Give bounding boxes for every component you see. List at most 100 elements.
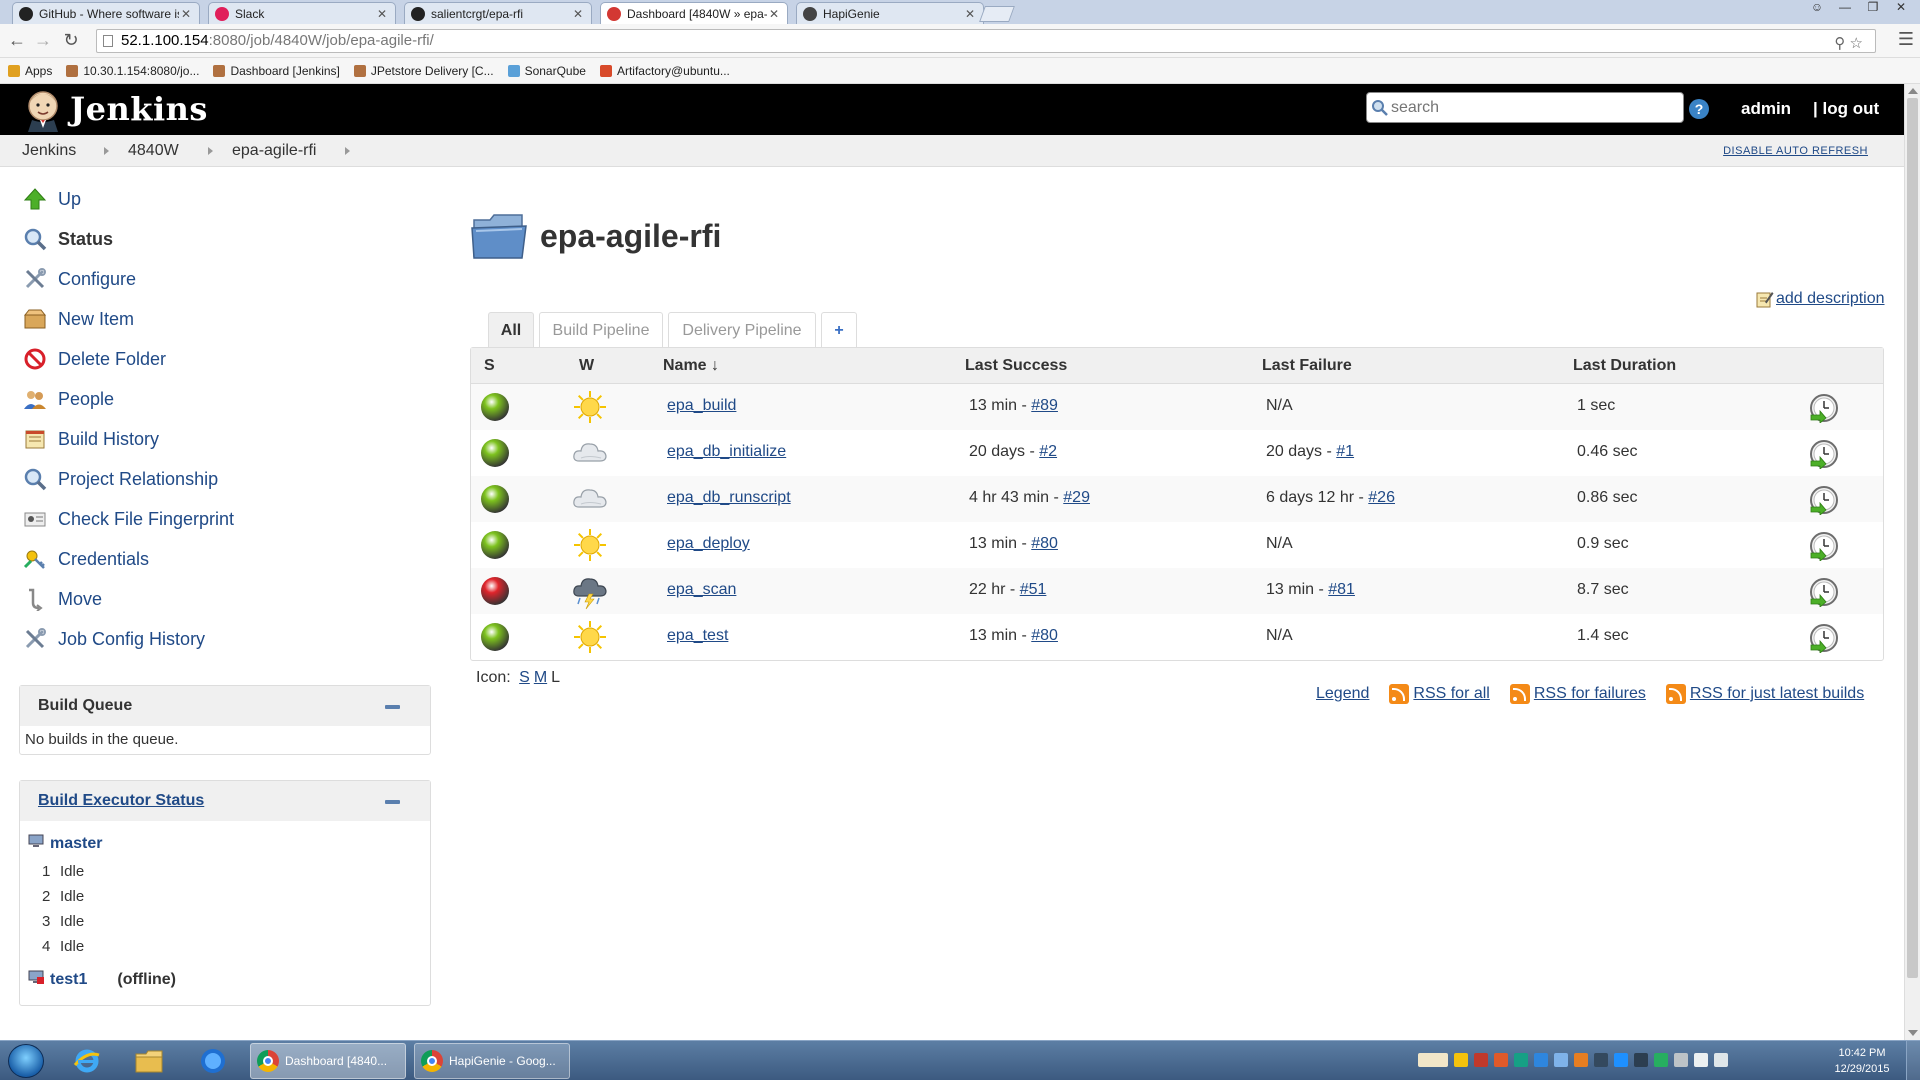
reload-button[interactable]: ↻: [60, 30, 82, 51]
network-icon[interactable]: [1674, 1053, 1688, 1067]
close-tab-icon[interactable]: ✕: [179, 7, 193, 21]
tray-app-icon[interactable]: [1634, 1053, 1648, 1067]
browser-tab[interactable]: Dashboard [4840W » epa- ✕: [600, 2, 788, 25]
scrollbar-thumb[interactable]: [1907, 98, 1918, 978]
column-last-success[interactable]: Last Success: [965, 357, 1067, 375]
task-up[interactable]: Up: [22, 184, 81, 214]
last-success-build-link[interactable]: #51: [1020, 581, 1047, 598]
search-input[interactable]: [1391, 97, 1677, 119]
rss-failures-link[interactable]: RSS for failures: [1534, 685, 1646, 703]
scroll-up-arrow-icon[interactable]: [1908, 88, 1918, 94]
last-success-build-link[interactable]: #80: [1031, 535, 1058, 552]
breadcrumb-arrow-icon[interactable]: [345, 147, 350, 155]
tray-app-icon[interactable]: [1654, 1053, 1668, 1067]
task-configure[interactable]: Configure: [22, 264, 136, 294]
schedule-build-icon[interactable]: [1809, 393, 1839, 424]
collapse-icon[interactable]: [385, 705, 400, 709]
schedule-build-icon[interactable]: [1809, 485, 1839, 516]
search-box[interactable]: [1366, 92, 1684, 123]
last-success-build-link[interactable]: #29: [1063, 489, 1090, 506]
sunny-weather-icon[interactable]: [571, 618, 609, 656]
flag-icon[interactable]: [1694, 1053, 1708, 1067]
bookmark-item[interactable]: JPetstore Delivery [C...: [353, 64, 494, 78]
success-status-ball-icon[interactable]: [480, 484, 510, 514]
task-delete-folder[interactable]: Delete Folder: [22, 344, 166, 374]
back-button[interactable]: ←: [6, 30, 28, 51]
internet-explorer-icon[interactable]: [70, 1045, 104, 1077]
close-tab-icon[interactable]: ✕: [571, 7, 585, 21]
column-last-failure[interactable]: Last Failure: [1262, 357, 1352, 375]
close-tab-icon[interactable]: ✕: [767, 7, 781, 21]
add-description-link[interactable]: add description: [1756, 290, 1885, 308]
breadcrumb-epa-agile-rfi[interactable]: epa-agile-rfi: [232, 142, 316, 160]
icon-size-medium[interactable]: M: [534, 669, 547, 686]
chrome-menu-icon[interactable]: ☰: [1898, 29, 1914, 50]
task-status[interactable]: Status: [22, 224, 113, 254]
bookmark-item[interactable]: Artifactory@ubuntu...: [599, 64, 730, 78]
column-weather[interactable]: W: [579, 357, 594, 375]
vertical-scrollbar[interactable]: [1904, 84, 1920, 1040]
last-failure-build-link[interactable]: #26: [1368, 489, 1395, 506]
executor-node-name[interactable]: test1: [50, 971, 87, 989]
success-status-ball-icon[interactable]: [480, 438, 510, 468]
bluetooth-icon[interactable]: [1614, 1053, 1628, 1067]
task-people[interactable]: People: [22, 384, 114, 414]
failed-status-ball-icon[interactable]: [480, 576, 510, 606]
action-center-icon[interactable]: [1418, 1053, 1448, 1067]
tray-app-icon[interactable]: [1534, 1053, 1548, 1067]
new-tab-button[interactable]: [979, 6, 1015, 22]
last-failure-build-link[interactable]: #81: [1328, 581, 1355, 598]
last-success-build-link[interactable]: #2: [1039, 443, 1057, 460]
executor-node-name[interactable]: master: [50, 835, 102, 853]
breadcrumb-4840w[interactable]: 4840W: [128, 142, 179, 160]
browser-tab[interactable]: salientcrgt/epa-rfi ✕: [404, 2, 592, 24]
schedule-build-icon[interactable]: [1809, 623, 1839, 654]
close-tab-icon[interactable]: ✕: [375, 7, 389, 21]
job-link[interactable]: epa_test: [667, 627, 728, 644]
last-success-build-link[interactable]: #89: [1031, 397, 1058, 414]
task-move[interactable]: Move: [22, 584, 102, 614]
taskbar-task[interactable]: HapiGenie - Goog...: [414, 1043, 570, 1079]
bookmark-item[interactable]: Dashboard [Jenkins]: [213, 64, 340, 78]
taskbar-task[interactable]: Dashboard [4840...: [250, 1043, 406, 1079]
tab-all[interactable]: All: [488, 312, 534, 348]
task-check-file-fingerprint[interactable]: Check File Fingerprint: [22, 504, 234, 534]
success-status-ball-icon[interactable]: [480, 622, 510, 652]
task-build-history[interactable]: Build History: [22, 424, 159, 454]
column-status[interactable]: S: [484, 357, 495, 375]
close-tab-icon[interactable]: ✕: [963, 7, 977, 21]
sunny-weather-icon[interactable]: [571, 388, 609, 426]
tray-app-icon[interactable]: [1494, 1053, 1508, 1067]
tray-app-icon[interactable]: [1574, 1053, 1588, 1067]
tray-app-icon[interactable]: [1594, 1053, 1608, 1067]
breadcrumb-arrow-icon[interactable]: [208, 147, 213, 155]
user-link[interactable]: admin: [1741, 99, 1791, 119]
bookmark-item[interactable]: 10.30.1.154:8080/jo...: [66, 64, 199, 78]
job-link[interactable]: epa_deploy: [667, 535, 750, 552]
taskbar-clock[interactable]: 10:42 PM 12/29/2015: [1830, 1045, 1894, 1077]
breadcrumb-arrow-icon[interactable]: [104, 147, 109, 155]
cloudy-weather-icon[interactable]: [571, 480, 609, 518]
task-job-config-history[interactable]: Job Config History: [22, 624, 205, 654]
tab-build-pipeline[interactable]: Build Pipeline: [539, 312, 663, 348]
last-failure-build-link[interactable]: #1: [1336, 443, 1354, 460]
icon-size-small[interactable]: S: [519, 669, 530, 686]
file-explorer-icon[interactable]: [132, 1045, 166, 1077]
sunny-weather-icon[interactable]: [571, 526, 609, 564]
tray-app-icon[interactable]: [1514, 1053, 1528, 1067]
collapse-icon[interactable]: [385, 800, 400, 804]
tab-delivery-pipeline[interactable]: Delivery Pipeline: [668, 312, 816, 348]
legend-link[interactable]: Legend: [1316, 685, 1369, 703]
tray-app-icon[interactable]: [1554, 1053, 1568, 1067]
show-desktop-button[interactable]: [1906, 1041, 1920, 1080]
scroll-down-arrow-icon[interactable]: [1908, 1030, 1918, 1036]
stormy-weather-icon[interactable]: [571, 572, 609, 610]
search-help-icon[interactable]: ?: [1689, 99, 1709, 119]
success-status-ball-icon[interactable]: [480, 530, 510, 560]
restore-button[interactable]: ❐: [1862, 0, 1884, 16]
disable-auto-refresh-link[interactable]: DISABLE AUTO REFRESH: [1723, 145, 1868, 157]
rss-all-link[interactable]: RSS for all: [1413, 685, 1489, 703]
build-executor-title[interactable]: Build Executor Status: [38, 792, 204, 810]
minimize-button[interactable]: —: [1834, 0, 1856, 16]
column-name[interactable]: Name ↓: [663, 357, 719, 375]
